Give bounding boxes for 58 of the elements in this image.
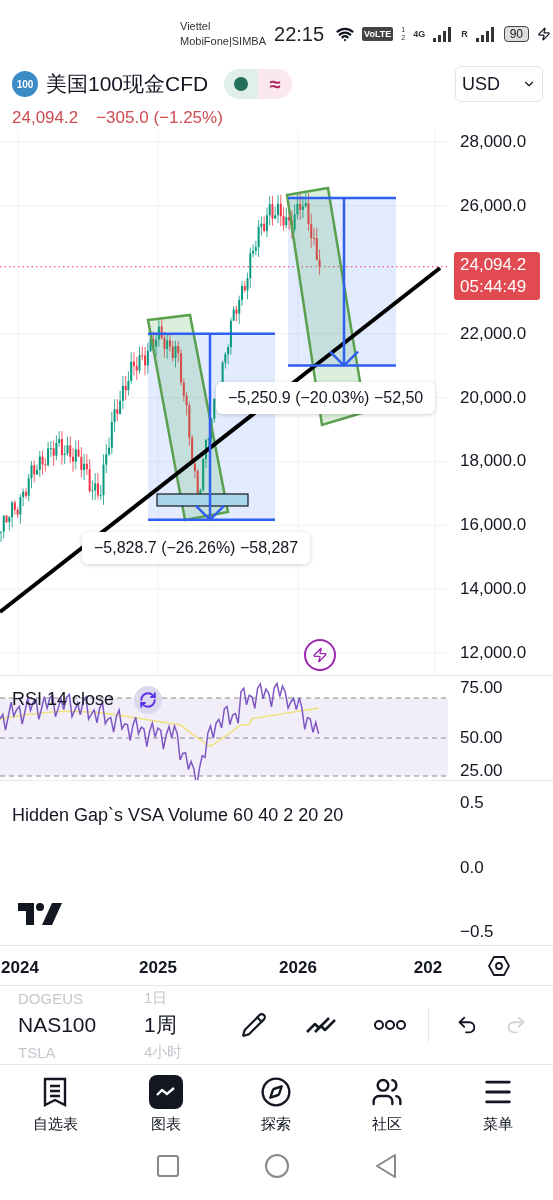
network-type: 4G [413,29,426,39]
measure-label: −5,828.7 (−26.26%) −58,287 [82,532,311,564]
rsi-axis-label: 50.00 [460,728,503,748]
volte-indicator: VoLTE [362,27,394,41]
symbol-logo: 100 [12,71,38,97]
nav-tab[interactable]: 社区 [331,1065,443,1145]
volume-axis-label: 0.0 [460,858,484,878]
currency-select[interactable]: USD [455,66,543,102]
last-price: 24,094.2 [12,108,79,128]
nav-tab[interactable]: 菜单 [442,1065,553,1145]
nav-tab[interactable]: 图表 [110,1065,222,1145]
signal-icon [475,26,496,42]
price-axis-label: 12,000.0 [460,643,527,664]
volume-axis-label: −0.5 [460,922,494,942]
measure-label: −5,250.9 (−20.03%) −52,50 [216,382,436,414]
pencil-icon [241,1012,267,1038]
price-axis-label: 14,000.0 [460,579,527,600]
recents-icon[interactable] [156,1154,179,1177]
carrier-name: Viettel [180,19,212,34]
nav-tab[interactable]: 探索 [221,1065,332,1145]
price-axis-label: 16,000.0 [460,515,527,536]
indicator-label[interactable]: RSI 14 close [12,689,115,710]
delayed-data-indicator[interactable]: ≈ [258,69,293,99]
charging-icon [537,27,552,41]
market-open-dot-icon [234,77,249,91]
price-axis-label: 20,000.0 [460,387,527,408]
time-axis-label: 202 [413,958,443,978]
time-axis-label: 2025 [139,958,177,978]
rsi-axis-label: 25.00 [460,761,503,781]
price-axis-label: 26,000.0 [460,195,527,216]
price-change: −305.0 (−1.25%) [96,108,223,128]
volume-axis-label: 0.5 [460,793,484,813]
settings-icon[interactable] [488,956,510,976]
last-price-tag: 24,094.2 05:44:49 [454,252,540,300]
undo-icon [456,1014,478,1036]
wifi-icon [336,25,355,43]
back-icon[interactable] [374,1153,397,1178]
symbol-title[interactable]: 美国100现金CFD [46,70,209,98]
redo-icon [505,1014,527,1036]
roaming-indicator: R [461,29,468,39]
logo-icon [18,903,62,925]
clock: 22:15 [274,22,325,46]
price-axis-label: 22,000.0 [460,323,527,344]
price-axis-label: 18,000.0 [460,451,527,472]
indicator-label[interactable]: Hidden Gap`s VSA Volume 60 40 2 20 20 [12,805,344,826]
nav-tab[interactable]: 自选表 [0,1065,111,1145]
carrier-name: MobiFone|SIMBA [180,34,266,49]
lightning-icon[interactable] [304,639,336,671]
battery-level: 90 [503,26,530,42]
rsi-axis-label: 75.00 [460,678,503,698]
more-icon [374,1020,406,1030]
time-axis-label: 2024 [1,958,39,978]
symbol-picker-row[interactable]: NAS100 1周 [18,1008,220,1042]
price-axis-label: 28,000.0 [460,132,527,152]
time-axis-label: 2026 [279,958,317,978]
refresh-icon[interactable] [134,686,162,714]
home-icon[interactable] [264,1153,289,1178]
signal-icon [433,26,454,42]
